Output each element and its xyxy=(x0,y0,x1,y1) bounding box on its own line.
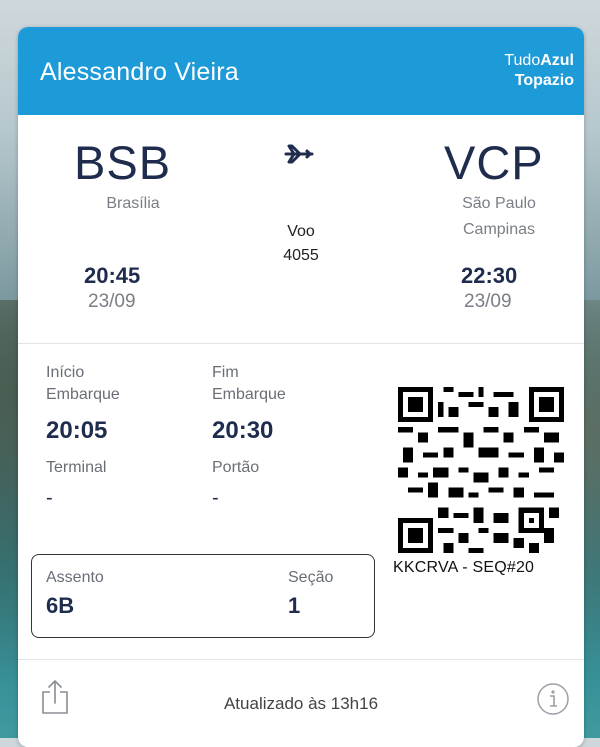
airplane-icon xyxy=(284,144,314,164)
seat-section-box: Assento 6B Seção 1 xyxy=(31,554,375,638)
gate-label: Portão xyxy=(212,459,260,476)
boarding-end-label-line1: Fim xyxy=(212,364,239,381)
passenger-name: Alessandro Vieira xyxy=(40,58,239,86)
updated-timestamp: Atualizado às 13h16 xyxy=(223,694,379,713)
origin-code: BSB xyxy=(74,136,172,189)
flight-info: Voo 4055 xyxy=(268,220,334,268)
footer-divider xyxy=(18,659,584,660)
origin-time: 20:45 xyxy=(84,263,141,288)
flight-label: Voo xyxy=(287,223,315,240)
boarding-qr-code[interactable] xyxy=(398,387,564,553)
destination-city-line1: São Paulo xyxy=(462,195,536,212)
section-divider xyxy=(18,343,584,344)
gate-value: - xyxy=(212,487,219,509)
destination-date: 23/09 xyxy=(464,291,512,312)
destination-code: VCP xyxy=(444,136,544,189)
loyalty-badge: TudoAzul Topazio xyxy=(504,51,574,91)
boarding-start-label-line2: Embarque xyxy=(46,386,120,403)
boarding-end-time: 20:30 xyxy=(212,417,274,444)
terminal-label: Terminal xyxy=(46,459,107,476)
origin-city: Brasília xyxy=(106,195,160,212)
boarding-end-label: Fim Embarque xyxy=(212,362,286,406)
loyalty-brand-suffix: Azul xyxy=(540,52,574,69)
boarding-pass-header: Alessandro Vieira TudoAzul Topazio xyxy=(18,27,584,115)
route-section: BSB Brasília 20:45 23/09 Voo 4055 VCP Sã… xyxy=(18,115,584,343)
destination-city-line2: Campinas xyxy=(462,221,536,238)
section-label: Seção xyxy=(288,569,334,586)
boarding-end-label-line2: Embarque xyxy=(212,386,286,403)
boarding-start-label-line1: Início xyxy=(46,364,85,381)
boarding-start-label: Início Embarque xyxy=(46,362,120,406)
seat-label: Assento xyxy=(46,569,104,586)
boarding-start-time: 20:05 xyxy=(46,417,108,444)
flight-number: 4055 xyxy=(283,247,319,264)
boarding-pass-card[interactable]: Alessandro Vieira TudoAzul Topazio BSB B… xyxy=(18,27,584,747)
booking-code: KKCRVA - SEQ#20 xyxy=(393,559,535,576)
info-icon[interactable] xyxy=(536,682,570,716)
seat-value: 6B xyxy=(46,593,75,618)
loyalty-tier: Topazio xyxy=(514,72,574,89)
origin-date: 23/09 xyxy=(88,291,136,312)
destination-city: São Paulo Campinas xyxy=(434,191,564,243)
destination-time: 22:30 xyxy=(461,263,518,288)
terminal-value: - xyxy=(46,487,53,509)
section-value: 1 xyxy=(288,593,301,618)
loyalty-brand-prefix: Tudo xyxy=(504,52,541,69)
